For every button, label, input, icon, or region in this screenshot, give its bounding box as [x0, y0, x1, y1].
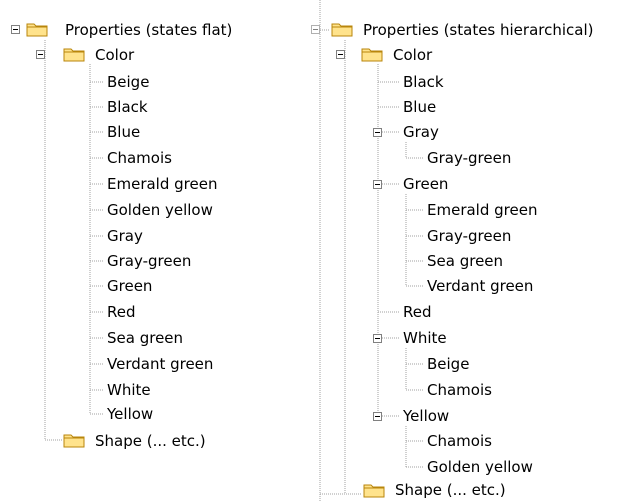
tree-node-green[interactable]: Green — [401, 172, 450, 196]
tree-node-white[interactable]: White — [401, 326, 449, 350]
tree-leaf[interactable]: Black — [401, 70, 446, 94]
tree-leaf[interactable]: Chamois — [425, 378, 494, 402]
folder-icon — [363, 484, 385, 498]
collapse-toggle-icon[interactable] — [373, 334, 382, 343]
collapse-toggle-icon[interactable] — [36, 50, 45, 59]
collapse-toggle-icon[interactable] — [373, 128, 382, 137]
tree-leaf[interactable]: Gray-green — [425, 224, 513, 248]
tree-leaf[interactable]: Sea green — [105, 326, 185, 350]
tree-leaf[interactable]: Beige — [105, 70, 151, 94]
tree-leaf[interactable]: Blue — [401, 95, 438, 119]
tree-node-shape[interactable]: Shape (... etc.) — [393, 478, 508, 502]
tree-node-yellow[interactable]: Yellow — [401, 404, 451, 428]
tree-node-color[interactable]: Color — [93, 43, 136, 67]
tree-leaf[interactable]: Emerald green — [105, 172, 219, 196]
tree-leaf[interactable]: Gray-green — [425, 146, 513, 170]
folder-icon — [361, 48, 383, 62]
tree-node-properties-hierarchical[interactable]: Properties (states hierarchical) — [361, 18, 596, 42]
tree-leaf[interactable]: Beige — [425, 352, 471, 376]
tree-leaf[interactable]: Red — [401, 300, 434, 324]
tree-leaf[interactable]: Emerald green — [425, 198, 539, 222]
tree-connector-lines — [44, 0, 424, 502]
folder-icon — [63, 48, 85, 62]
collapse-toggle-icon[interactable] — [11, 25, 20, 34]
tree-leaf[interactable]: Chamois — [105, 146, 174, 170]
tree-leaf[interactable]: White — [105, 378, 153, 402]
tree-leaf[interactable]: Gray-green — [105, 249, 193, 273]
tree-leaf[interactable]: Sea green — [425, 249, 505, 273]
collapse-toggle-icon[interactable] — [373, 412, 382, 421]
tree-node-gray[interactable]: Gray — [401, 120, 441, 144]
tree-leaf[interactable]: Green — [105, 274, 154, 298]
tree-leaf[interactable]: Black — [105, 95, 150, 119]
tree-node-shape[interactable]: Shape (... etc.) — [93, 429, 208, 453]
tree-leaf[interactable]: Verdant green — [425, 274, 535, 298]
tree-node-properties-flat[interactable]: Properties (states flat) — [63, 18, 234, 42]
property-trees: Properties (states flat) Color Beige Bla… — [0, 0, 620, 502]
tree-leaf[interactable]: Red — [105, 300, 138, 324]
tree-leaf[interactable]: Blue — [105, 120, 142, 144]
tree-leaf[interactable]: Golden yellow — [425, 455, 535, 479]
tree-leaf[interactable]: Yellow — [105, 402, 155, 426]
folder-icon — [331, 23, 353, 37]
collapse-toggle-icon[interactable] — [336, 50, 345, 59]
tree-leaf[interactable]: Chamois — [425, 429, 494, 453]
collapse-toggle-icon[interactable] — [311, 25, 320, 34]
tree-node-color[interactable]: Color — [391, 43, 434, 67]
tree-leaf[interactable]: Golden yellow — [105, 198, 215, 222]
collapse-toggle-icon[interactable] — [373, 180, 382, 189]
folder-icon — [26, 23, 48, 37]
folder-icon — [63, 434, 85, 448]
tree-leaf[interactable]: Verdant green — [105, 352, 215, 376]
tree-leaf[interactable]: Gray — [105, 224, 145, 248]
